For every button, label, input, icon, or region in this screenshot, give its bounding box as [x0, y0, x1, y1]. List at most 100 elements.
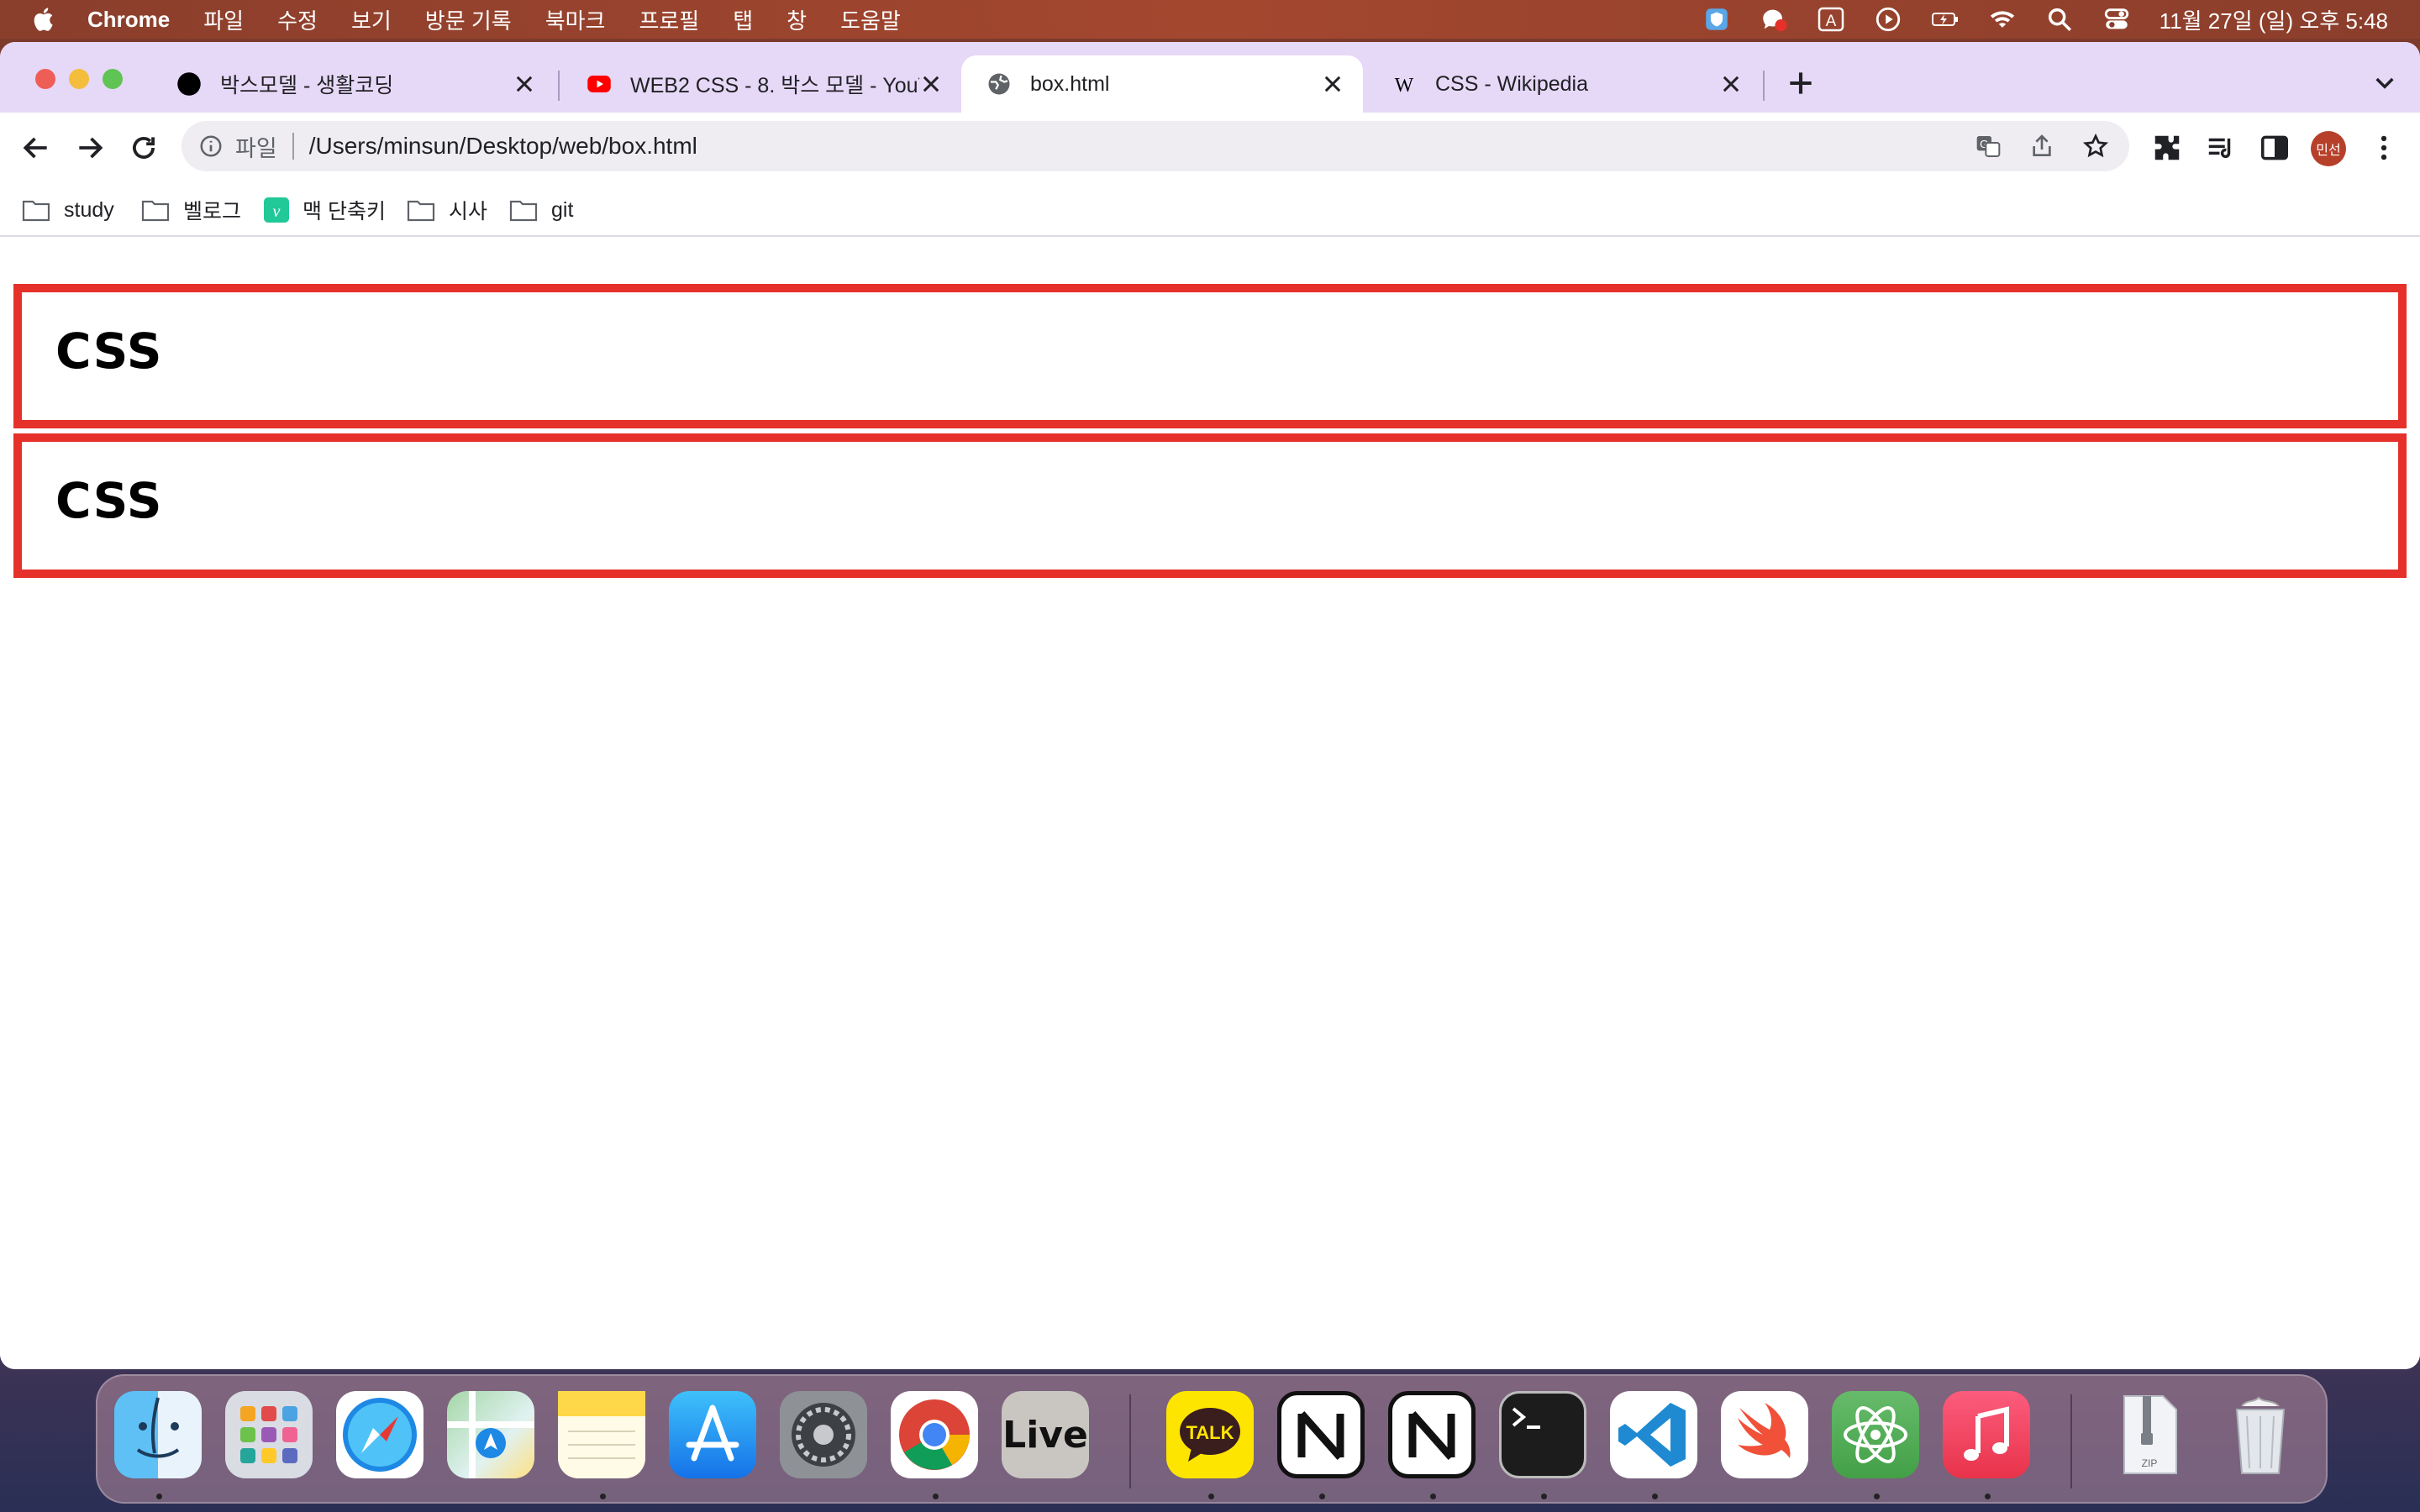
reload-icon[interactable]: [128, 132, 160, 164]
folder-icon: [141, 200, 170, 222]
zip-archive-icon[interactable]: ZIP: [2106, 1391, 2193, 1478]
notes-icon[interactable]: [558, 1391, 645, 1478]
clock[interactable]: 11월 27일 (일) 오후 5:48: [2160, 4, 2388, 35]
app-store-icon[interactable]: [669, 1391, 756, 1478]
new-tab-icon[interactable]: [1785, 67, 1817, 99]
folder-icon: [407, 200, 435, 222]
menu-view[interactable]: 보기: [351, 4, 392, 35]
running-indicator: [1874, 1494, 1880, 1499]
tab-separator: [558, 71, 560, 101]
close-tab-icon[interactable]: [1321, 72, 1344, 96]
trash-icon[interactable]: [2217, 1391, 2304, 1478]
translate-icon[interactable]: G: [1975, 133, 2002, 160]
menu-profiles[interactable]: 프로필: [639, 4, 699, 35]
globe-icon: [988, 73, 1010, 95]
minimize-window-button[interactable]: [69, 69, 89, 89]
svg-text:v: v: [273, 202, 281, 221]
dock-separator: [2070, 1394, 2072, 1488]
terminal-icon[interactable]: [1499, 1391, 1586, 1478]
apple-icon[interactable]: [30, 5, 59, 34]
bookmark-folder-git[interactable]: git: [509, 193, 573, 227]
share-icon[interactable]: [2028, 133, 2055, 160]
svg-text:A: A: [1825, 13, 1836, 30]
bookmarks-bar: study 벨로그 v 맥 단축키 시사 git: [0, 183, 2420, 237]
chrome-icon[interactable]: [891, 1391, 978, 1478]
black-circle-icon: [177, 72, 201, 96]
profile-avatar[interactable]: 민선: [2311, 131, 2346, 166]
kakaotalk-icon[interactable]: TALK: [1166, 1391, 1254, 1478]
extensions-puzzle-icon[interactable]: [2151, 132, 2183, 164]
tab-search-chevron-icon[interactable]: [2371, 69, 2398, 96]
side-panel-icon[interactable]: [2259, 132, 2291, 164]
bookmark-label: 시사: [449, 200, 488, 223]
kebab-menu-icon[interactable]: [2368, 132, 2400, 164]
svg-text:ZIP: ZIP: [2142, 1457, 2158, 1469]
bookmark-label: 맥 단축키: [302, 200, 386, 223]
atom-icon[interactable]: [1832, 1391, 1919, 1478]
box-1: CSS: [13, 284, 2407, 428]
forward-icon[interactable]: [74, 132, 106, 164]
menu-window[interactable]: 창: [786, 4, 807, 35]
dock-separator: [1129, 1394, 1131, 1488]
close-tab-icon[interactable]: [919, 72, 943, 96]
bookmark-folder-study[interactable]: study: [22, 193, 114, 227]
info-icon[interactable]: [198, 134, 224, 159]
system-preferences-icon[interactable]: [780, 1391, 867, 1478]
ableton-live-icon[interactable]: Live: [1002, 1391, 1089, 1478]
running-indicator: [1985, 1494, 1991, 1499]
url-text[interactable]: /Users/minsun/Desktop/web/box.html: [309, 133, 697, 160]
tab-youtube[interactable]: WEB2 CSS - 8. 박스 모델 - YouTube: [561, 55, 961, 113]
running-indicator: [1652, 1494, 1658, 1499]
bookmark-mac-shortcuts[interactable]: v 맥 단축키: [264, 193, 386, 227]
play-icon[interactable]: [1874, 5, 1902, 34]
wifi-icon[interactable]: [1988, 5, 2017, 34]
vscode-icon[interactable]: [1610, 1391, 1697, 1478]
folder-icon: [509, 200, 538, 222]
music-icon[interactable]: [1943, 1391, 2030, 1478]
back-icon[interactable]: [20, 132, 52, 164]
battery-icon[interactable]: [1931, 5, 1960, 34]
menu-tab[interactable]: 탭: [733, 4, 753, 35]
scheme-label: 파일: [235, 135, 277, 161]
bookmark-folder-velog[interactable]: 벨로그: [141, 193, 241, 227]
bookmark-folder-news[interactable]: 시사: [407, 193, 487, 227]
bookmark-label: study: [64, 197, 114, 222]
running-indicator: [156, 1494, 162, 1499]
tab-wikipedia[interactable]: W CSS - Wikipedia: [1366, 55, 1761, 113]
dock: Live TALK ZIP: [96, 1374, 2328, 1504]
tab-title: 박스모델 - 생활코딩: [220, 74, 394, 97]
swift-icon[interactable]: [1721, 1391, 1808, 1478]
tab-box-html[interactable]: box.html: [961, 55, 1363, 113]
notion-icon[interactable]: [1277, 1391, 1365, 1478]
menu-edit[interactable]: 수정: [277, 4, 318, 35]
tab-box-model-opentutorials[interactable]: 박스모델 - 생활코딩: [151, 55, 555, 113]
running-indicator: [1208, 1494, 1214, 1499]
media-queue-icon[interactable]: [2205, 132, 2237, 164]
menu-bookmarks[interactable]: 북마크: [545, 4, 606, 35]
close-tab-icon[interactable]: [513, 72, 536, 96]
close-tab-icon[interactable]: [1719, 72, 1743, 96]
chat-notification-icon[interactable]: [1760, 5, 1788, 34]
control-center-icon[interactable]: [2102, 5, 2131, 34]
shield-icon[interactable]: [1702, 5, 1731, 34]
menu-history[interactable]: 방문 기록: [425, 4, 512, 35]
youtube-icon: [587, 76, 611, 92]
menu-app-name[interactable]: Chrome: [87, 7, 170, 33]
finder-icon[interactable]: [114, 1391, 202, 1478]
notion-icon[interactable]: [1388, 1391, 1476, 1478]
tab-strip: 박스모델 - 생활코딩 WEB2 CSS - 8. 박스 모델 - YouTub…: [0, 42, 2420, 113]
search-icon[interactable]: [2045, 5, 2074, 34]
address-bar[interactable]: 파일 /Users/minsun/Desktop/web/box.html G: [182, 121, 2129, 171]
maps-icon[interactable]: [447, 1391, 534, 1478]
close-window-button[interactable]: [35, 69, 55, 89]
page-viewport: CSS CSS: [0, 237, 2420, 1369]
safari-icon[interactable]: [336, 1391, 424, 1478]
input-source-icon[interactable]: A: [1817, 5, 1845, 34]
menu-help[interactable]: 도움말: [840, 4, 901, 35]
folder-icon: [22, 200, 50, 222]
box-2: CSS: [13, 433, 2407, 578]
menu-file[interactable]: 파일: [203, 4, 244, 35]
launchpad-icon[interactable]: [225, 1391, 313, 1478]
bookmark-star-icon[interactable]: [2082, 133, 2109, 160]
zoom-window-button[interactable]: [103, 69, 123, 89]
